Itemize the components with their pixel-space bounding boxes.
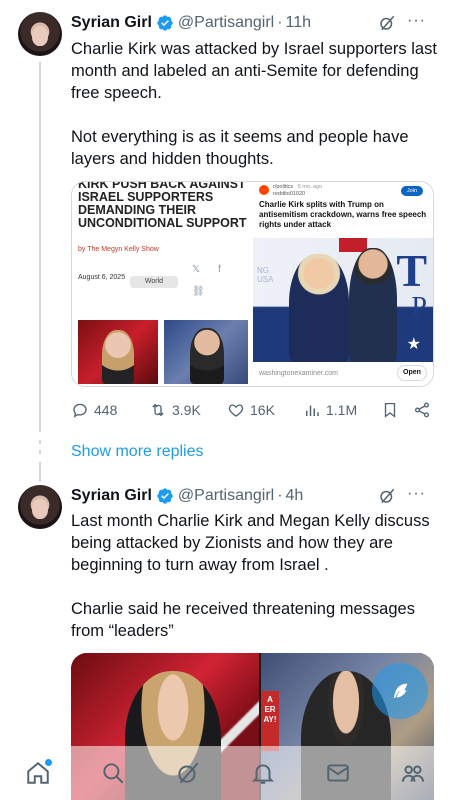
backdrop-letter: T [396,245,427,296]
article-tag: World [130,276,178,288]
thread-line [39,462,41,482]
thread-line [39,62,41,432]
sign-text: A ER AY! [261,691,279,751]
feather-icon [393,683,408,699]
compose-post-button[interactable] [372,663,428,719]
notification-dot [44,759,52,766]
reply-count: 448 [94,402,118,418]
separator: · [277,14,283,31]
like-count: 16K [250,402,275,418]
backdrop-letter: P [411,292,427,323]
reddit-logo-icon [259,185,269,195]
join-button[interactable]: Join [401,186,423,196]
tab-grok[interactable] [174,759,202,787]
megyn-kelly-thumbnail [78,320,158,384]
facebook-share-icon: f [218,264,221,275]
thread-line-dots [39,440,41,444]
tab-messages[interactable] [324,759,352,787]
author-name[interactable]: Syrian Girl [71,487,152,505]
tweet-text: Charlie Kirk was attacked by Israel supp… [71,40,437,168]
link-icon: ⛓ [192,286,205,297]
views-icon [306,405,319,416]
open-button[interactable]: Open [397,365,427,381]
avatar[interactable] [18,485,62,529]
bookmark-icon [384,402,396,418]
tweet-header: Syrian Girl @Partisangirl · 11h ··· [71,12,440,34]
tab-communities[interactable] [399,759,427,787]
repost-count: 3.9K [172,402,201,418]
search-icon [102,763,123,784]
tab-search[interactable] [99,759,127,787]
verified-badge-icon [157,15,173,31]
share-button[interactable] [413,401,431,419]
star-icon: ★ [406,336,421,353]
grok-icon[interactable] [378,487,396,505]
quote-card[interactable]: KIRK PUSH BACK AGAINST ISRAEL SUPPORTERS… [71,181,434,387]
view-count: 1.1M [326,402,358,418]
avatar[interactable] [18,12,62,56]
verified-badge-icon [157,488,173,504]
card-reddit-post[interactable]: r/politics 5 mo. ago reddito01020 Join C… [253,182,433,386]
tweet-actions: 448 3.9K 16K 1.1M [71,400,436,420]
tweet-text: Last month Charlie Kirk and Megan Kelly … [71,512,430,640]
author-handle[interactable]: @Partisangirl [178,487,274,505]
author-handle[interactable]: @Partisangirl [178,14,274,32]
repost-icon [152,403,164,417]
grok-icon[interactable] [378,14,396,32]
notifications-icon [251,764,274,784]
heart-icon [228,404,244,417]
charlie-kirk-thumbnail [164,320,248,384]
backdrop-text: NG USA [257,266,274,284]
communities-icon [401,765,424,782]
x-share-icon: 𝕏 [192,264,201,275]
subreddit-name: r/politics [273,184,294,190]
tab-notifications[interactable] [249,759,277,787]
reddit-user: reddito01020 [273,191,306,197]
article-byline: by The Megyn Kelly Show [78,246,159,253]
article-headline: KIRK PUSH BACK AGAINST ISRAEL SUPPORTERS… [78,181,247,230]
views-button[interactable]: 1.1M [303,401,357,419]
post-age: 5 mo. ago [297,184,323,190]
separator: · [277,487,283,504]
card-source: washingtonexaminer.com [259,370,338,377]
repost-button[interactable]: 3.9K [149,401,201,419]
reddit-post-title: Charlie Kirk splits with Trump on antise… [259,200,427,229]
author-name[interactable]: Syrian Girl [71,14,152,32]
tweet-header: Syrian Girl @Partisangirl · 4h ··· [71,485,440,507]
more-options-icon[interactable]: ··· [407,485,426,503]
reddit-meta: r/politics 5 mo. ago reddito01020 [273,184,322,198]
share-icon [414,402,430,418]
timestamp[interactable]: 4h [286,487,304,505]
reply-icon [73,403,87,418]
bookmark-button[interactable] [381,401,399,419]
more-options-icon[interactable]: ··· [407,12,426,30]
messages-icon [326,764,349,782]
show-more-replies-link[interactable]: Show more replies [71,443,204,461]
thread-line-dots [39,450,41,454]
bottom-tab-bar [0,746,450,800]
reply-button[interactable]: 448 [71,401,117,419]
like-button[interactable]: 16K [227,401,275,419]
card-article[interactable]: KIRK PUSH BACK AGAINST ISRAEL SUPPORTERS… [72,181,252,386]
article-date: August 6, 2025 [78,274,126,281]
timestamp[interactable]: 11h [286,14,312,32]
trump-kirk-photo: NG USA T P ★ [253,238,433,362]
tab-home[interactable] [24,759,52,787]
grok-icon [177,762,198,784]
